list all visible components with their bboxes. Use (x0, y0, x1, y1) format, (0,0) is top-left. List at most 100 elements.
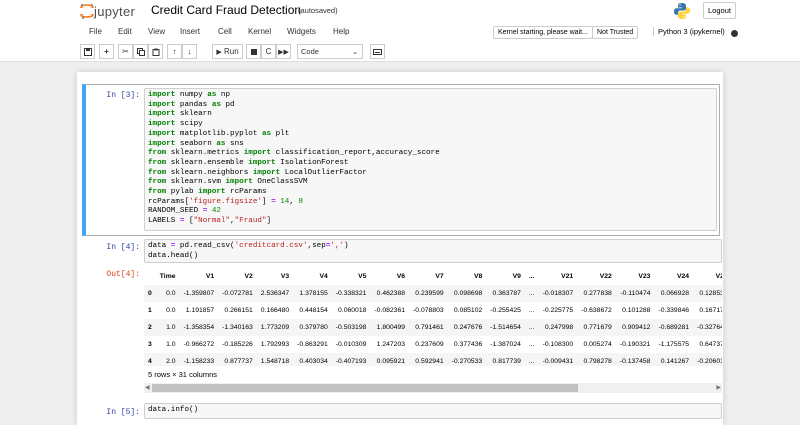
table-cell: -0.072781 (222, 290, 253, 297)
scroll-left-icon[interactable]: ◀ (145, 384, 150, 391)
table-cell: ... (528, 341, 535, 348)
jupyter-logo[interactable]: jupyter (80, 3, 135, 19)
plus-icon: + (104, 47, 109, 56)
notebook-title[interactable]: Credit Card Fraud Detection (151, 3, 301, 17)
copy-button[interactable] (133, 44, 148, 59)
table-column-header: V5 (358, 273, 367, 280)
chevron-down-icon: ⌄ (352, 49, 358, 56)
restart-run-all-button[interactable]: ▶▶ (276, 44, 291, 59)
table-column-header: V6 (396, 273, 406, 280)
code-input-imports[interactable]: import numpy as np import pandas as pd i… (144, 88, 717, 231)
table-column-header: V23 (638, 273, 651, 280)
python-logo-icon (674, 3, 690, 19)
row-index: 1 (148, 307, 152, 314)
table-cell: -0.255425 (490, 307, 521, 314)
dataframe-output: Time V1 V2 V3 V4 V5 V6 V7 V8 V9... V21 V22 V23 V24 V25… (144, 268, 722, 366)
table-cell: 1.191857 (185, 307, 215, 314)
table-cell: 1.792993 (260, 341, 290, 348)
paste-icon (152, 48, 159, 56)
table-cell: 0.128539 (699, 290, 722, 297)
autosave-status: (autosaved) (298, 6, 338, 15)
code-input-read-csv[interactable]: data = pd.read_csv('creditcard.csv',sep=… (144, 239, 722, 263)
table-cell: 0.462388 (376, 290, 406, 297)
interrupt-button[interactable] (246, 44, 261, 59)
menu-kernel[interactable]: Kernel (248, 27, 271, 36)
menu-view[interactable]: View (148, 27, 165, 36)
table-cell: 0.377436 (453, 341, 483, 348)
table-cell: 1.548718 (260, 358, 290, 365)
table-column-header: V1 (205, 273, 215, 280)
code-input-info[interactable]: data.info() (144, 403, 722, 419)
table-cell: -0.009431 (542, 358, 574, 365)
table-cell: 0.909412 (622, 324, 651, 331)
cut-button[interactable]: ✂ (118, 44, 133, 59)
menu-insert[interactable]: Insert (180, 27, 200, 36)
kernel-busy-icon (731, 30, 738, 37)
table-cell: -0.863291 (297, 341, 328, 348)
table-cell: 0.448154 (299, 307, 328, 314)
table-cell: -0.078803 (413, 307, 444, 314)
keyboard-icon (373, 48, 382, 55)
trusted-button[interactable]: Not Trusted (592, 26, 639, 39)
menu-help[interactable]: Help (333, 27, 349, 36)
table-cell: 0.167170 (699, 307, 722, 314)
table-column-header: V7 (435, 273, 444, 280)
table-cell: 0.0 (166, 307, 176, 314)
table-cell: 0.060018 (338, 307, 367, 314)
table-cell: -0.339846 (658, 307, 690, 314)
table-cell: ... (528, 358, 535, 365)
table-column-header: Time (159, 273, 176, 280)
input-prompt: In [4]: (106, 243, 140, 252)
move-down-button[interactable]: ↓ (182, 44, 197, 59)
table-cell: 1.0 (166, 341, 176, 348)
table-cell: 0.798278 (583, 358, 612, 365)
table-cell: -0.689281 (658, 324, 690, 331)
insert-cell-button[interactable]: + (99, 44, 114, 59)
menu-edit[interactable]: Edit (118, 27, 132, 36)
menu-file[interactable]: File (89, 27, 102, 36)
scrollbar-thumb[interactable] (152, 384, 578, 392)
table-cell: -0.108300 (542, 341, 574, 348)
table-cell: -1.359807 (183, 290, 215, 297)
header: jupyter Credit Card Fraud Detection (aut… (0, 0, 800, 22)
table-cell: 0.095921 (376, 358, 406, 365)
cell-type-select[interactable]: Code ⌄ (297, 44, 363, 59)
table-row: 0 0.0 -1.359807 -0.072781 2.536347 1.378155 -0… (144, 285, 722, 302)
scroll-right-icon[interactable]: ▶ (716, 384, 721, 391)
play-icon: ▶ (216, 48, 222, 56)
kernel-name[interactable]: Python 3 (ipykernel) (653, 27, 725, 36)
table-cell: -1.387024 (490, 341, 521, 348)
table-cell: 0.592941 (415, 358, 444, 365)
table-column-header: V25 (715, 273, 722, 280)
table-cell: ... (528, 307, 535, 314)
table-cell: 0.266151 (224, 307, 253, 314)
horizontal-scrollbar[interactable]: ◀ ▶ (144, 383, 722, 393)
table-cell: 0.877737 (224, 358, 253, 365)
stop-icon (250, 48, 257, 55)
table-cell: -0.225775 (542, 307, 574, 314)
table-cell: -0.407193 (335, 358, 367, 365)
input-prompt: In [5]: (106, 408, 140, 417)
table-cell: 1.773209 (260, 324, 290, 331)
table-header-row: Time V1 V2 V3 V4 V5 V6 V7 V8 V9... V21 V22 V23 V24 V25 (144, 268, 722, 285)
table-column-header: ... (528, 273, 535, 280)
restart-icon: C (265, 47, 272, 56)
paste-button[interactable] (148, 44, 163, 59)
table-cell: 0.239599 (415, 290, 444, 297)
row-index: 0 (148, 290, 152, 297)
scissors-icon: ✂ (122, 47, 129, 56)
table-cell: 0.817739 (492, 358, 521, 365)
save-button[interactable] (80, 44, 95, 59)
menu-widgets[interactable]: Widgets (287, 27, 316, 36)
logout-button[interactable]: Logout (703, 2, 736, 19)
menu-cell[interactable]: Cell (218, 27, 232, 36)
table-cell: -0.327642 (697, 324, 722, 331)
table-cell: -1.175575 (658, 341, 690, 348)
table-cell: -0.338321 (335, 290, 367, 297)
table-cell: 0.771679 (583, 324, 612, 331)
move-up-button[interactable]: ↑ (167, 44, 182, 59)
command-palette-button[interactable] (370, 44, 385, 59)
run-button[interactable]: ▶ Run (212, 44, 243, 59)
table-cell: 1.800499 (376, 324, 406, 331)
restart-button[interactable]: C (261, 44, 276, 59)
